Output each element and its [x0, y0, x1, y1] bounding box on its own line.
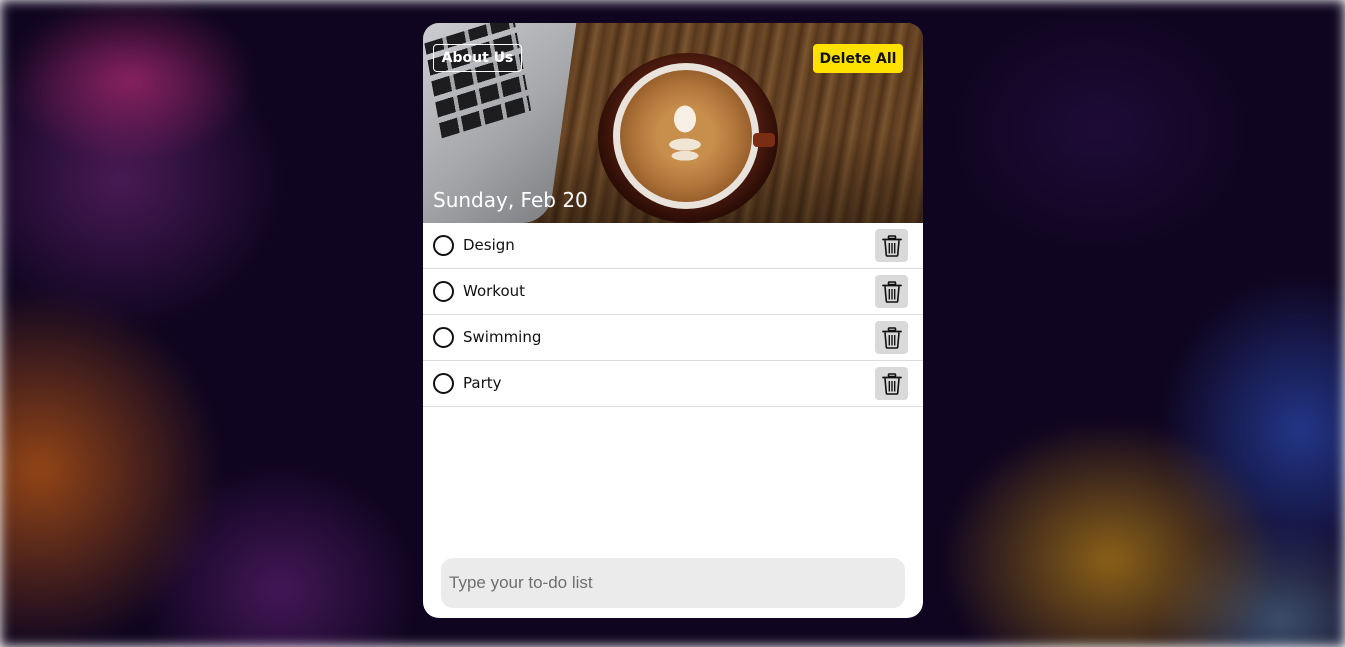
circle-outline-icon[interactable]: [433, 235, 454, 256]
trash-icon: [881, 280, 902, 303]
trash-icon: [881, 234, 902, 257]
todo-input[interactable]: [441, 558, 905, 608]
list-item: Party: [423, 361, 923, 407]
about-us-button[interactable]: About Us: [433, 44, 522, 72]
todo-label: Workout: [463, 282, 526, 300]
delete-item-button[interactable]: [875, 321, 908, 354]
circle-outline-icon[interactable]: [433, 327, 454, 348]
delete-item-button[interactable]: [875, 275, 908, 308]
delete-all-button[interactable]: Delete All: [813, 44, 903, 73]
todo-list: Design Workout Swimming Party: [423, 223, 923, 407]
circle-outline-icon[interactable]: [433, 281, 454, 302]
cup-handle-illustration: [753, 133, 775, 147]
todo-label: Party: [463, 374, 502, 392]
latte-art-illustration: [655, 95, 715, 175]
todo-input-container: [441, 558, 905, 608]
delete-item-button[interactable]: [875, 229, 908, 262]
current-date: Sunday, Feb 20: [433, 188, 588, 212]
trash-icon: [881, 326, 902, 349]
list-item: Swimming: [423, 315, 923, 361]
header-image: About Us Delete All Sunday, Feb 20: [423, 23, 923, 223]
todo-label: Design: [463, 236, 515, 254]
todo-card: About Us Delete All Sunday, Feb 20 Desig…: [423, 23, 923, 618]
delete-item-button[interactable]: [875, 367, 908, 400]
list-item: Design: [423, 223, 923, 269]
trash-icon: [881, 372, 902, 395]
todo-label: Swimming: [463, 328, 542, 346]
list-item: Workout: [423, 269, 923, 315]
circle-outline-icon[interactable]: [433, 373, 454, 394]
